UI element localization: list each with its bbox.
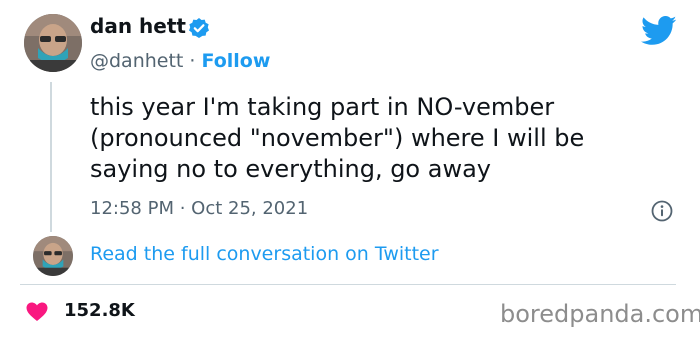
tweet-text: this year I'm taking part in NO-vember (… [90,93,585,183]
separator-dot: · [183,50,202,72]
verified-badge-icon [188,17,210,39]
read-conversation-link[interactable]: Read the full conversation on Twitter [90,243,439,265]
follow-button[interactable]: Follow [202,50,271,72]
author-handle[interactable]: @danhett [90,50,183,72]
like-count[interactable]: 152.8K [64,300,135,321]
thread-avatar[interactable] [33,236,73,276]
author-name[interactable]: dan hett [90,14,186,38]
source-watermark: boredpanda.com [500,300,700,328]
twitter-bird-icon[interactable] [641,16,677,46]
author-avatar[interactable] [24,14,82,72]
tweet-timestamp[interactable]: 12:58 PM · Oct 25, 2021 [90,198,308,219]
handle-row: @danhett · Follow [90,50,270,72]
thread-connector-line [50,82,52,232]
info-icon[interactable] [651,200,673,222]
heart-icon[interactable] [26,302,48,322]
divider [20,284,676,285]
